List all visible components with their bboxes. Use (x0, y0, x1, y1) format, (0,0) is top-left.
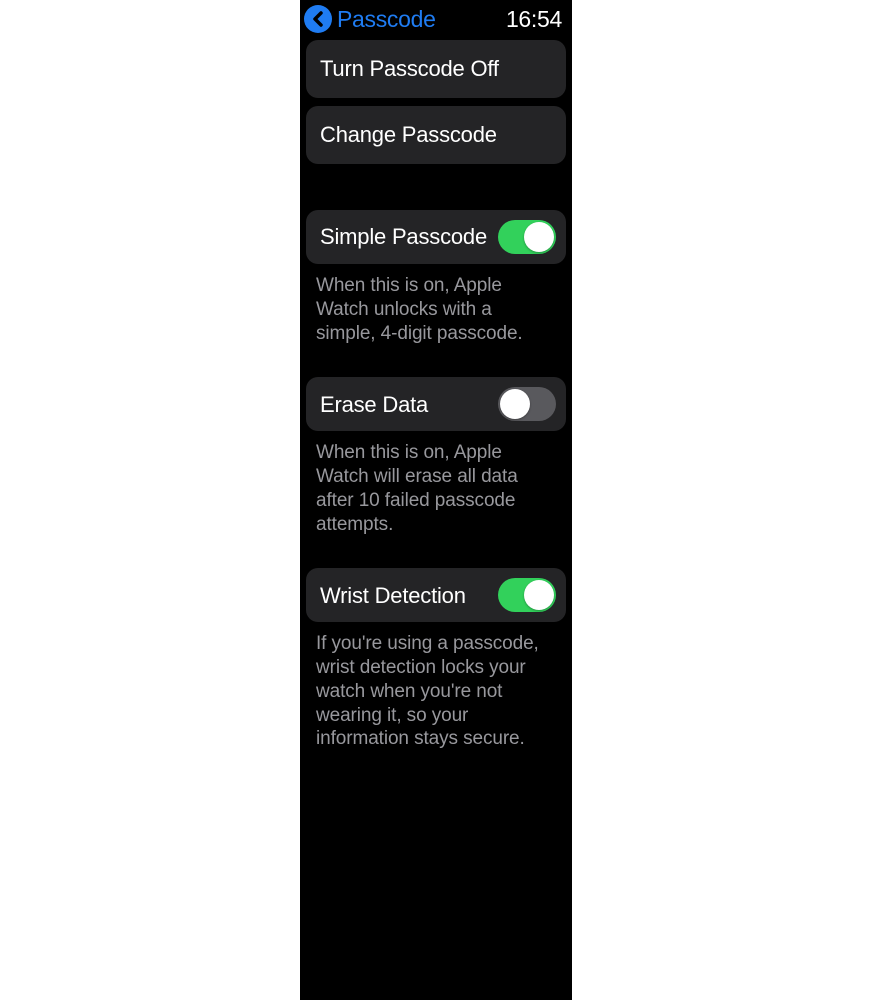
simple-passcode-toggle[interactable] (498, 220, 556, 254)
toggle-knob (500, 389, 530, 419)
wrist-detection-description: If you're using a passcode, wrist detect… (306, 622, 566, 751)
header: Passcode 16:54 (300, 0, 572, 34)
erase-data-label: Erase Data (320, 392, 428, 417)
wrist-detection-toggle[interactable] (498, 578, 556, 612)
watch-screen: Passcode 16:54 Turn Passcode Off Change … (300, 0, 572, 1000)
change-passcode-button[interactable]: Change Passcode (306, 106, 566, 164)
page-title: Passcode (337, 6, 436, 33)
spacer (306, 172, 566, 210)
content: Turn Passcode Off Change Passcode Simple… (300, 34, 572, 751)
erase-data-description: When this is on, Apple Watch will erase … (306, 431, 566, 536)
simple-passcode-description: When this is on, Apple Watch unlocks wit… (306, 264, 566, 345)
wrist-detection-row: Wrist Detection (306, 568, 566, 622)
turn-passcode-off-button[interactable]: Turn Passcode Off (306, 40, 566, 98)
toggle-knob (524, 222, 554, 252)
simple-passcode-row: Simple Passcode (306, 210, 566, 264)
spacer (306, 345, 566, 377)
spacer (306, 536, 566, 568)
clock-time: 16:54 (506, 6, 562, 33)
wrist-detection-label: Wrist Detection (320, 583, 466, 608)
toggle-knob (524, 580, 554, 610)
back-button[interactable] (304, 5, 332, 33)
header-left: Passcode (304, 5, 436, 33)
erase-data-row: Erase Data (306, 377, 566, 431)
erase-data-toggle[interactable] (498, 387, 556, 421)
chevron-left-icon (311, 11, 325, 27)
simple-passcode-label: Simple Passcode (320, 224, 487, 249)
